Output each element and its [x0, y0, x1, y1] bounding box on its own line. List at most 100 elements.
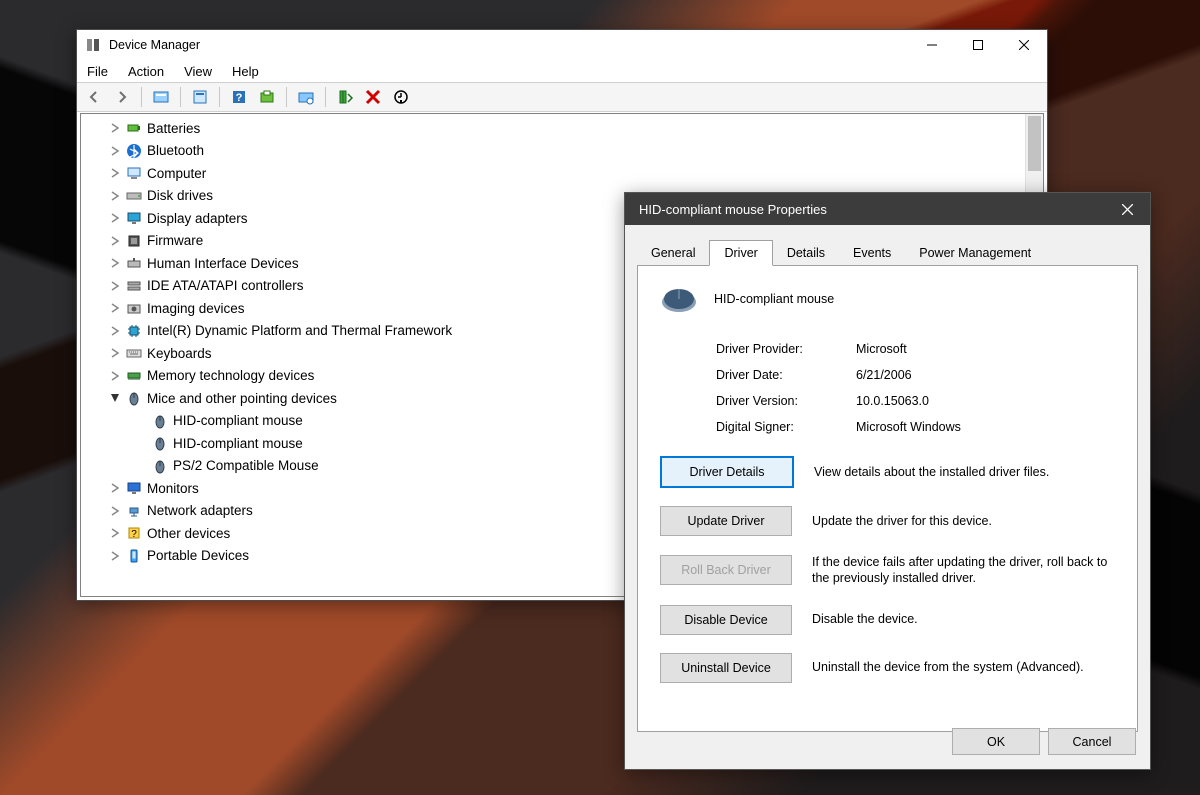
tree-node-label: Disk drives: [147, 188, 213, 203]
toolbar-scan-button[interactable]: [293, 85, 319, 109]
device-name: HID-compliant mouse: [714, 292, 834, 306]
cancel-button[interactable]: Cancel: [1048, 728, 1136, 755]
bluetooth-icon: [125, 142, 143, 160]
chevron-icon[interactable]: [107, 123, 123, 133]
chevron-icon[interactable]: [107, 348, 123, 358]
menu-view[interactable]: View: [184, 64, 212, 79]
tree-node-battery[interactable]: Batteries: [81, 117, 1025, 140]
menu-file[interactable]: File: [87, 64, 108, 79]
tree-node-label: IDE ATA/ATAPI controllers: [147, 278, 304, 293]
update-driver-desc: Update the driver for this device.: [812, 513, 1115, 529]
mouse-icon: [151, 434, 169, 452]
chevron-icon[interactable]: [107, 371, 123, 381]
driver-tab-body: HID-compliant mouse Driver Provider: Mic…: [637, 266, 1138, 732]
svg-text:?: ?: [131, 529, 137, 540]
chevron-icon[interactable]: [107, 258, 123, 268]
tree-node-computer[interactable]: Computer: [81, 162, 1025, 185]
chevron-icon[interactable]: [107, 146, 123, 156]
properties-titlebar[interactable]: HID-compliant mouse Properties: [625, 193, 1150, 225]
chevron-icon[interactable]: [107, 281, 123, 291]
chevron-icon[interactable]: [107, 528, 123, 538]
menu-action[interactable]: Action: [128, 64, 164, 79]
disk-icon: [125, 187, 143, 205]
update-driver-button[interactable]: Update Driver: [660, 506, 792, 536]
tab-driver[interactable]: Driver: [709, 240, 772, 266]
chevron-icon[interactable]: [107, 191, 123, 201]
disable-device-desc: Disable the device.: [812, 611, 1115, 627]
uninstall-device-button[interactable]: Uninstall Device: [660, 653, 792, 683]
tree-node-label: Other devices: [147, 526, 230, 541]
tree-node-label: Display adapters: [147, 211, 248, 226]
ok-button[interactable]: OK: [952, 728, 1040, 755]
window-title: Device Manager: [109, 38, 909, 52]
chevron-icon[interactable]: [107, 551, 123, 561]
chip-icon: [125, 322, 143, 340]
titlebar[interactable]: Device Manager: [77, 30, 1047, 60]
tree-node-label: Intel(R) Dynamic Platform and Thermal Fr…: [147, 323, 452, 338]
tree-node-label: Network adapters: [147, 503, 253, 518]
svg-text:?: ?: [236, 92, 243, 104]
chevron-icon[interactable]: [107, 236, 123, 246]
toolbar-show-hidden-button[interactable]: [148, 85, 174, 109]
toolbar-details-button[interactable]: [388, 85, 414, 109]
chevron-icon[interactable]: [110, 390, 120, 406]
chevron-icon[interactable]: [107, 483, 123, 493]
scrollbar-thumb[interactable]: [1028, 116, 1041, 171]
tree-leaf-label: HID-compliant mouse: [173, 436, 303, 451]
memory-icon: [125, 367, 143, 385]
chevron-icon[interactable]: [107, 326, 123, 336]
tab-details[interactable]: Details: [773, 241, 839, 265]
network-icon: [125, 502, 143, 520]
display-icon: [125, 209, 143, 227]
properties-close-button[interactable]: [1104, 204, 1150, 215]
ide-icon: [125, 277, 143, 295]
properties-tabs: General Driver Details Events Power Mana…: [637, 237, 1138, 266]
tree-node-label: Computer: [147, 166, 206, 181]
chevron-icon[interactable]: [107, 168, 123, 178]
driver-details-desc: View details about the installed driver …: [814, 464, 1115, 480]
toolbar-properties-button[interactable]: [187, 85, 213, 109]
tree-node-bluetooth[interactable]: Bluetooth: [81, 140, 1025, 163]
tab-power-management[interactable]: Power Management: [905, 241, 1045, 265]
driver-details-button[interactable]: Driver Details: [660, 456, 794, 488]
tree-node-label: Human Interface Devices: [147, 256, 299, 271]
driver-version-label: Driver Version:: [716, 394, 856, 408]
tree-node-label: Firmware: [147, 233, 203, 248]
properties-title: HID-compliant mouse Properties: [639, 202, 1104, 217]
close-button[interactable]: [1001, 30, 1047, 60]
hid-icon: [125, 254, 143, 272]
toolbar-back-button[interactable]: [81, 85, 107, 109]
chevron-icon[interactable]: [107, 303, 123, 313]
toolbar-remove-button[interactable]: [360, 85, 386, 109]
driver-date-value: 6/21/2006: [856, 368, 1115, 382]
mouse-icon: [151, 457, 169, 475]
portable-icon: [125, 547, 143, 565]
driver-date-label: Driver Date:: [716, 368, 856, 382]
maximize-button[interactable]: [955, 30, 1001, 60]
toolbar-help-button[interactable]: ?: [226, 85, 252, 109]
device-manager-icon: [85, 37, 101, 53]
tab-events[interactable]: Events: [839, 241, 905, 265]
firmware-icon: [125, 232, 143, 250]
tree-node-label: Portable Devices: [147, 548, 249, 563]
other-icon: ?: [125, 524, 143, 542]
mouse-icon: [125, 389, 143, 407]
toolbar-add-legacy-button[interactable]: [332, 85, 358, 109]
minimize-button[interactable]: [909, 30, 955, 60]
menu-help[interactable]: Help: [232, 64, 259, 79]
monitor-icon: [125, 479, 143, 497]
chevron-icon[interactable]: [107, 213, 123, 223]
roll-back-driver-desc: If the device fails after updating the d…: [812, 554, 1115, 587]
chevron-icon[interactable]: [107, 506, 123, 516]
mouse-icon: [151, 412, 169, 430]
toolbar-update-button[interactable]: [254, 85, 280, 109]
disable-device-button[interactable]: Disable Device: [660, 605, 792, 635]
tree-node-label: Keyboards: [147, 346, 212, 361]
tree-node-label: Mice and other pointing devices: [147, 391, 337, 406]
tree-node-label: Monitors: [147, 481, 199, 496]
keyboard-icon: [125, 344, 143, 362]
tab-general[interactable]: General: [637, 241, 709, 265]
tree-node-label: Imaging devices: [147, 301, 245, 316]
imaging-icon: [125, 299, 143, 317]
toolbar-forward-button[interactable]: [109, 85, 135, 109]
